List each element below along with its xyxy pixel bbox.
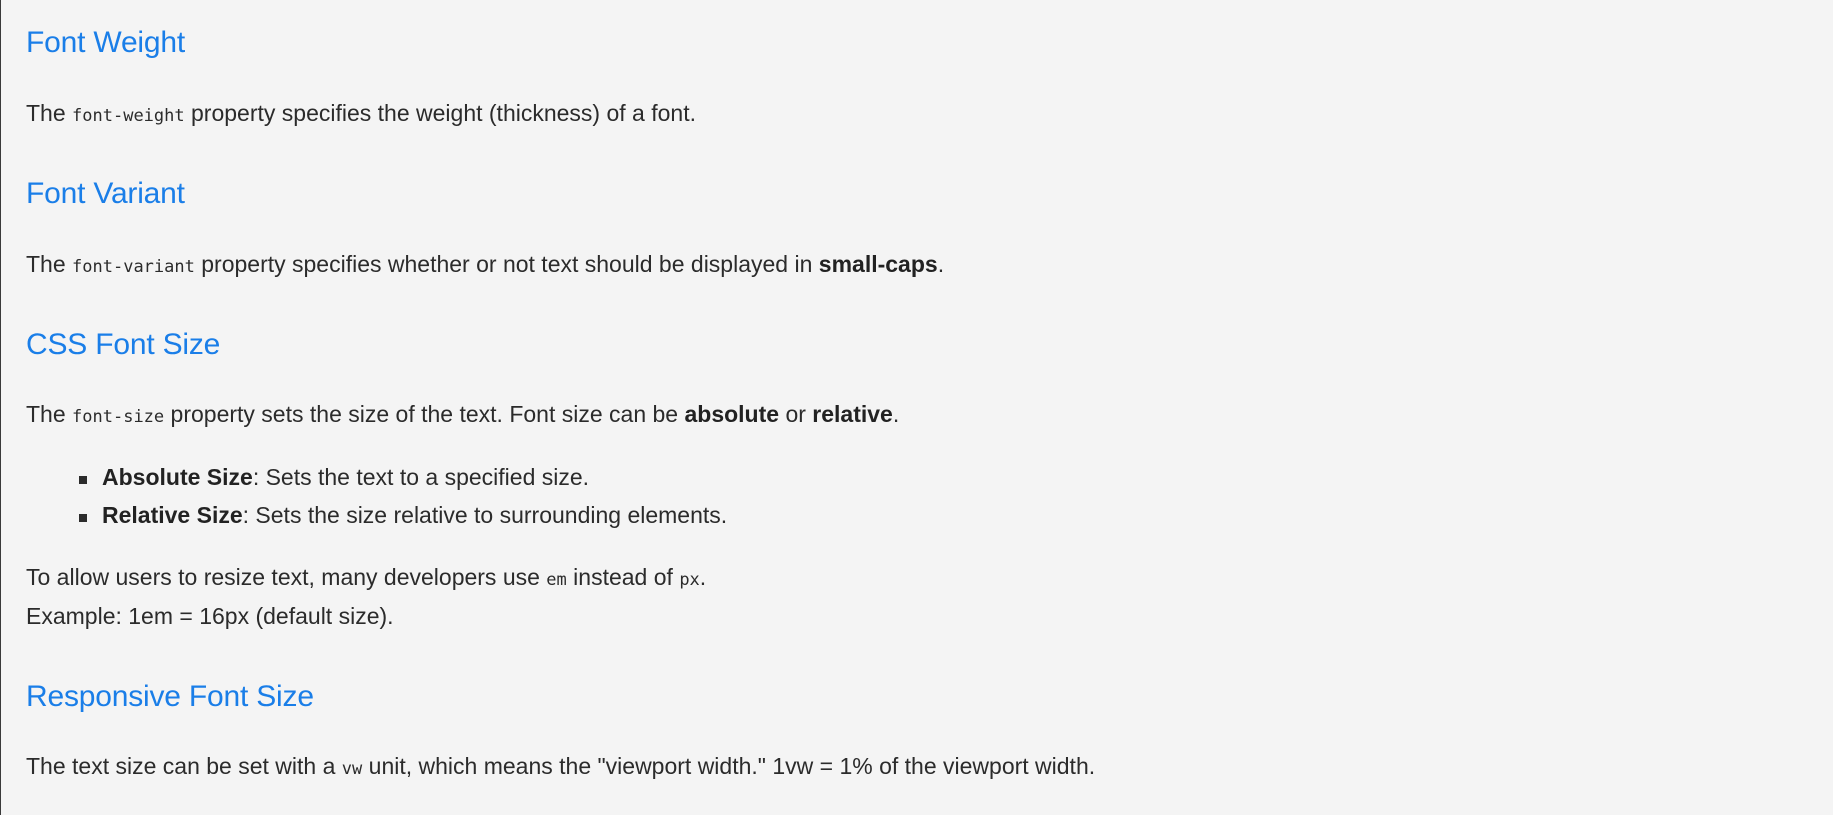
text: To allow users to resize text, many deve… xyxy=(26,564,547,590)
text: The xyxy=(26,100,73,126)
bold-relative: relative xyxy=(812,401,893,427)
em-example: Example: 1em = 16px (default size). xyxy=(26,603,394,629)
code-vw: vw xyxy=(341,759,363,779)
heading-font-variant: Font Variant xyxy=(26,177,185,210)
text: property sets the size of the text. Font… xyxy=(164,401,685,427)
responsive-description: The text size can be set with a vw unit,… xyxy=(26,753,1095,780)
list-term: Relative Size xyxy=(102,502,243,528)
text: The text size can be set with a xyxy=(26,753,342,779)
font-size-description: The font-size property sets the size of … xyxy=(26,401,899,428)
em-note: To allow users to resize text, many deve… xyxy=(26,564,706,591)
text: or xyxy=(779,401,813,427)
text: The xyxy=(26,251,73,277)
text: property specifies whether or not text s… xyxy=(194,251,819,277)
font-weight-description: The font-weight property specifies the w… xyxy=(26,100,696,127)
bold-small-caps: small-caps xyxy=(818,251,938,277)
code-font-weight: font-weight xyxy=(72,106,185,126)
code-font-variant: font-variant xyxy=(72,257,195,277)
bold-absolute: absolute xyxy=(684,401,780,427)
list-desc: : Sets the size relative to surrounding … xyxy=(242,502,728,528)
font-size-types-list: Absolute Size: Sets the text to a specif… xyxy=(79,464,727,540)
list-item: Relative Size: Sets the size relative to… xyxy=(79,502,727,540)
font-variant-description: The font-variant property specifies whet… xyxy=(26,251,944,278)
text: instead of xyxy=(566,564,680,590)
list-item: Absolute Size: Sets the text to a specif… xyxy=(79,464,727,502)
heading-css-font-size: CSS Font Size xyxy=(26,328,221,361)
text: . xyxy=(937,251,945,277)
text: property specifies the weight (thickness… xyxy=(184,100,696,126)
text: . xyxy=(699,564,707,590)
list-desc: : Sets the text to a specified size. xyxy=(252,464,590,490)
heading-font-weight: Font Weight xyxy=(26,26,185,59)
text: . xyxy=(892,401,900,427)
text: unit, which means the "viewport width." … xyxy=(362,753,1096,779)
code-px: px xyxy=(679,570,700,590)
heading-responsive-font-size: Responsive Font Size xyxy=(26,680,314,713)
code-em: em xyxy=(546,570,567,590)
text: The xyxy=(26,401,73,427)
list-term: Absolute Size xyxy=(102,464,253,490)
code-font-size: font-size xyxy=(72,407,165,427)
